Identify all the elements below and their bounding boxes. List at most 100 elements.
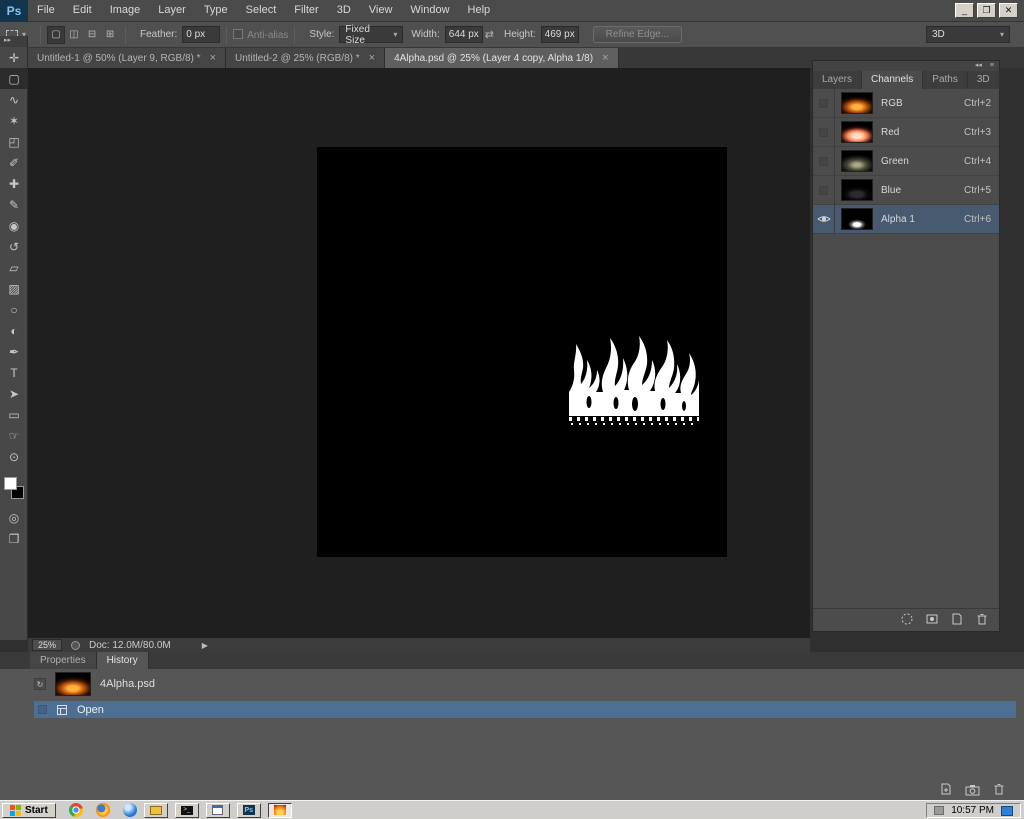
eraser-tool[interactable]: ▱ (0, 257, 28, 278)
menu-filter[interactable]: Filter (285, 0, 327, 21)
delete-state-button[interactable] (992, 782, 1006, 796)
browser-globe-icon[interactable] (122, 803, 137, 817)
visibility-toggle[interactable] (813, 175, 835, 205)
close-icon[interactable]: × (369, 52, 375, 64)
healing-brush-tool[interactable]: ✚ (0, 173, 28, 194)
channel-row-blue[interactable]: Blue Ctrl+5 (813, 175, 999, 205)
delete-channel-button[interactable] (975, 612, 989, 626)
history-state-open[interactable]: Open (34, 701, 1016, 718)
workspace-switcher[interactable]: 3D ▾ (926, 26, 1010, 43)
close-icon[interactable]: × (602, 52, 608, 64)
new-snapshot-button[interactable] (965, 783, 980, 796)
taskbar-item-active-document[interactable] (267, 802, 292, 818)
new-channel-button[interactable] (950, 612, 964, 626)
subtract-from-selection-button[interactable]: ⊟ (83, 26, 101, 44)
collapse-tools-button[interactable]: ▸▸ (0, 36, 27, 47)
screen-mode-button[interactable]: ❐ (0, 528, 28, 549)
add-to-selection-button[interactable]: ◫ (65, 26, 83, 44)
channel-row-red[interactable]: Red Ctrl+3 (813, 117, 999, 147)
blur-tool[interactable]: ○ (0, 299, 28, 320)
visibility-toggle[interactable] (813, 146, 835, 176)
history-snapshot-row[interactable]: ↻ 4Alpha.psd (0, 669, 1024, 699)
style-dropdown[interactable]: Fixed Size ▾ (339, 24, 404, 46)
document-canvas[interactable] (317, 147, 727, 557)
path-selection-tool[interactable]: ➤ (0, 383, 28, 404)
menu-view[interactable]: View (360, 0, 402, 21)
collapse-panel-icon[interactable]: ◂◂ (975, 61, 982, 71)
channel-row-alpha-1[interactable]: Alpha 1 Ctrl+6 (813, 204, 999, 234)
taskbar-item-explorer[interactable] (143, 802, 168, 818)
close-icon[interactable]: × (210, 52, 216, 64)
feather-input[interactable] (182, 26, 221, 43)
tray-display-icon[interactable] (1001, 805, 1013, 816)
clone-stamp-tool[interactable]: ◉ (0, 215, 28, 236)
quick-mask-button[interactable]: ◎ (0, 507, 28, 528)
channel-row-green[interactable]: Green Ctrl+4 (813, 146, 999, 176)
swap-dimensions-icon[interactable]: ⇄ (485, 28, 494, 41)
start-button[interactable]: Start (2, 802, 56, 818)
history-state-checkbox[interactable] (38, 705, 47, 714)
chrome-icon[interactable] (68, 803, 83, 817)
hand-tool[interactable]: ☞ (0, 425, 28, 446)
tab-properties[interactable]: Properties (30, 652, 97, 669)
foreground-color-swatch[interactable] (4, 477, 17, 490)
eyedropper-tool[interactable]: ✐ (0, 152, 28, 173)
dodge-tool[interactable]: ◐ (0, 320, 28, 341)
brush-tool[interactable]: ✎ (0, 194, 28, 215)
intersect-selection-button[interactable]: ⊞ (101, 26, 119, 44)
save-selection-button[interactable] (925, 612, 939, 626)
menu-window[interactable]: Window (401, 0, 458, 21)
panel-menu-icon[interactable]: ≡ (990, 61, 994, 71)
restore-button[interactable]: ❐ (977, 3, 996, 18)
visibility-toggle[interactable] (813, 117, 835, 147)
history-brush-tool[interactable]: ↺ (0, 236, 28, 257)
tab-history[interactable]: History (96, 652, 149, 669)
menu-file[interactable]: File (28, 0, 64, 21)
firefox-icon[interactable] (95, 803, 110, 817)
crop-tool[interactable]: ◰ (0, 131, 28, 152)
gradient-tool[interactable]: ▨ (0, 278, 28, 299)
tab-channels[interactable]: Channels (862, 71, 924, 89)
open-state-icon (56, 704, 68, 716)
height-input[interactable] (540, 26, 579, 43)
load-selection-button[interactable] (900, 612, 914, 626)
tray-status-icon[interactable] (934, 806, 945, 815)
tab-paths[interactable]: Paths (923, 71, 968, 89)
visibility-toggle[interactable] (813, 88, 835, 118)
tab-4alpha-psd[interactable]: 4Alpha.psd @ 25% (Layer 4 copy, Alpha 1/… (385, 48, 619, 68)
minimize-button[interactable]: _ (955, 3, 974, 18)
menu-type[interactable]: Type (195, 0, 237, 21)
close-button[interactable]: ✕ (999, 3, 1018, 18)
pen-tool[interactable]: ✒ (0, 341, 28, 362)
width-input[interactable] (444, 26, 483, 43)
zoom-level-field[interactable]: 25% (32, 639, 62, 651)
tab-layers[interactable]: Layers (813, 71, 863, 89)
tab-untitled-2[interactable]: Untitled-2 @ 25% (RGB/8) * × (226, 48, 386, 68)
move-tool[interactable]: ✛ (0, 47, 28, 68)
menu-edit[interactable]: Edit (64, 0, 101, 21)
history-source-toggle[interactable]: ↻ (34, 678, 46, 690)
rectangle-tool[interactable]: ▭ (0, 404, 28, 425)
menu-layer[interactable]: Layer (149, 0, 195, 21)
zoom-tool[interactable]: ⊙ (0, 446, 28, 467)
new-selection-button[interactable]: ▢ (47, 25, 66, 44)
type-tool[interactable]: T (0, 362, 28, 383)
menu-3d[interactable]: 3D (328, 0, 360, 21)
rectangular-marquee-tool[interactable]: ▢ (0, 68, 28, 89)
menu-image[interactable]: Image (101, 0, 150, 21)
taskbar-item-notepad[interactable] (205, 802, 230, 818)
visibility-toggle[interactable] (813, 204, 835, 234)
menu-help[interactable]: Help (459, 0, 500, 21)
taskbar-item-photoshop[interactable]: Ps (236, 802, 261, 818)
taskbar-item-console[interactable]: >_ (174, 802, 199, 818)
tab-3d[interactable]: 3D (968, 71, 1000, 89)
tab-untitled-1[interactable]: Untitled-1 @ 50% (Layer 9, RGB/8) * × (28, 48, 226, 68)
canvas-pasteboard[interactable] (28, 68, 810, 638)
magic-wand-tool[interactable]: ✶ (0, 110, 28, 131)
lasso-tool[interactable]: ∿ (0, 89, 28, 110)
new-document-from-state-button[interactable] (939, 782, 953, 796)
channel-row-rgb[interactable]: RGB Ctrl+2 (813, 88, 999, 118)
menu-select[interactable]: Select (237, 0, 286, 21)
status-menu-arrow-icon[interactable]: ▶ (202, 641, 208, 650)
divider (40, 25, 42, 44)
